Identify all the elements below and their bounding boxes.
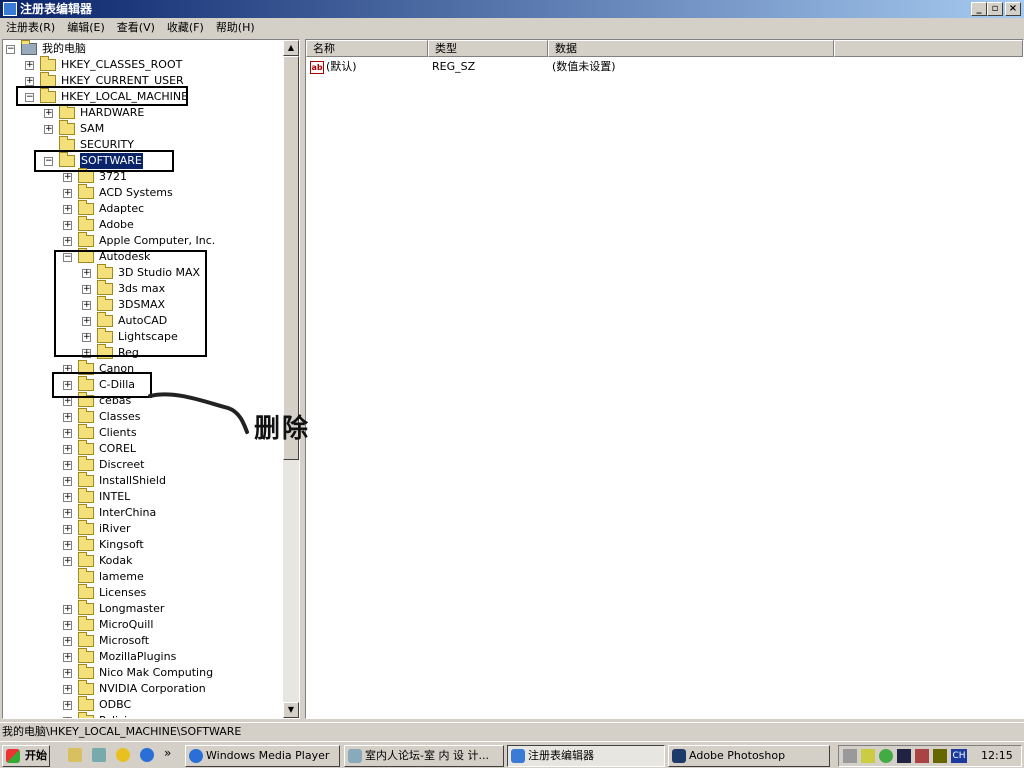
taskbar-item-regedit[interactable]: 注册表编辑器 — [507, 745, 665, 767]
volume-icon[interactable] — [843, 749, 857, 763]
status-path: 我的电脑\HKEY_LOCAL_MACHINE\SOFTWARE — [2, 725, 242, 738]
delete-annotation: 删除 — [254, 414, 311, 444]
status-bar: 我的电脑\HKEY_LOCAL_MACHINE\SOFTWARE — [0, 722, 1024, 740]
display-icon[interactable] — [897, 749, 911, 763]
media-icon[interactable] — [116, 748, 130, 762]
windows-logo-icon — [6, 749, 20, 763]
chevron-icon[interactable]: » — [164, 746, 171, 760]
clock[interactable]: 12:15 — [981, 749, 1013, 762]
photoshop-icon — [672, 749, 686, 763]
taskbar-item-label: 室内人论坛-室 内 设 计... — [365, 749, 489, 762]
start-label: 开始 — [25, 749, 47, 762]
network-icon[interactable] — [879, 749, 893, 763]
system-tray: CH 12:15 — [838, 745, 1022, 767]
pen-icon[interactable] — [861, 749, 875, 763]
taskbar-item-photoshop[interactable]: Adobe Photoshop — [668, 745, 830, 767]
explorer-icon[interactable] — [92, 748, 106, 762]
taskbar-item-label: Windows Media Player — [206, 749, 330, 762]
annotation-arrow — [148, 392, 249, 434]
taskbar-item-label: Adobe Photoshop — [689, 749, 786, 762]
start-button[interactable]: 开始 — [2, 745, 50, 767]
taskbar: 开始 » Windows Media Player 室内人论坛-室 内 设 计.… — [0, 741, 1024, 768]
user-icon[interactable] — [933, 749, 947, 763]
internet-explorer-icon[interactable] — [140, 748, 154, 762]
security-icon[interactable] — [915, 749, 929, 763]
desktop-icon[interactable] — [68, 748, 82, 762]
media-player-icon — [189, 749, 203, 763]
taskbar-item-label: 注册表编辑器 — [528, 749, 594, 762]
taskbar-item-browser[interactable]: 室内人论坛-室 内 设 计... — [344, 745, 504, 767]
language-indicator[interactable]: CH — [951, 749, 967, 763]
regedit-icon — [511, 749, 525, 763]
taskbar-item-media-player[interactable]: Windows Media Player — [185, 745, 340, 767]
browser-window-icon — [348, 749, 362, 763]
